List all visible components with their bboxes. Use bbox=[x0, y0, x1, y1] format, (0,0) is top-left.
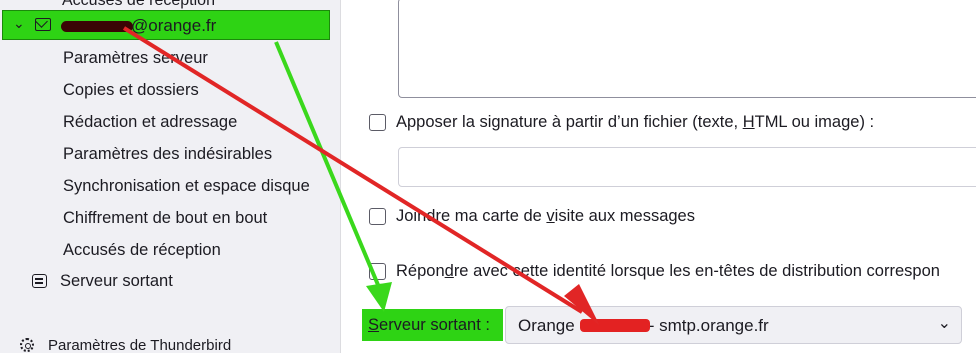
gear-icon bbox=[20, 338, 34, 352]
sidebar-item-cut[interactable]: Accusés de réception bbox=[62, 0, 215, 10]
outgoing-server-label: Serveur sortant : bbox=[368, 316, 490, 334]
sidebar-item-junk[interactable]: Paramètres des indésirables bbox=[63, 145, 272, 164]
smtp-server-select[interactable]: Orange - smtp.orange.fr ⌄ bbox=[505, 306, 962, 344]
attach-vcard-checkbox[interactable] bbox=[369, 208, 386, 225]
sidebar-item-thunderbird-settings[interactable]: Paramètres de Thunderbird bbox=[48, 337, 231, 353]
sidebar-account-row[interactable]: ⌄ @orange.fr bbox=[2, 10, 330, 40]
account-sidebar: Accusés de réception ⌄ @orange.fr Paramè… bbox=[0, 0, 341, 353]
account-label: @orange.fr bbox=[131, 16, 217, 35]
redaction-mark bbox=[580, 319, 650, 332]
reply-identity-checkbox[interactable] bbox=[369, 263, 386, 280]
sidebar-item-e2ee[interactable]: Chiffrement de bout en bout bbox=[63, 209, 267, 228]
sidebar-item-sync[interactable]: Synchronisation et espace disque bbox=[63, 177, 310, 196]
chevron-down-icon: ⌄ bbox=[937, 315, 951, 332]
redaction-mark bbox=[61, 21, 133, 32]
attach-signature-checkbox[interactable] bbox=[369, 114, 386, 131]
signature-file-input[interactable] bbox=[398, 147, 976, 187]
sidebar-item-server-settings[interactable]: Paramètres serveur bbox=[63, 49, 208, 68]
signature-textarea[interactable] bbox=[398, 0, 976, 98]
chevron-down-icon[interactable]: ⌄ bbox=[13, 15, 25, 32]
sidebar-item-outgoing-server[interactable]: Serveur sortant bbox=[60, 272, 173, 291]
reply-identity-label[interactable]: Répondre avec cette identité lorsque les… bbox=[396, 262, 940, 281]
green-arrow-head bbox=[366, 282, 392, 312]
outgoing-server-icon bbox=[32, 274, 47, 288]
sidebar-item-copies-folders[interactable]: Copies et dossiers bbox=[63, 81, 199, 100]
mail-account-icon bbox=[35, 18, 51, 31]
sidebar-item-composition[interactable]: Rédaction et adressage bbox=[63, 113, 237, 132]
attach-vcard-label[interactable]: Joindre ma carte de visite aux messages bbox=[396, 207, 695, 226]
attach-signature-label[interactable]: Apposer la signature à partir d’un fichi… bbox=[396, 113, 874, 132]
sidebar-item-receipts[interactable]: Accusés de réception bbox=[63, 241, 221, 260]
